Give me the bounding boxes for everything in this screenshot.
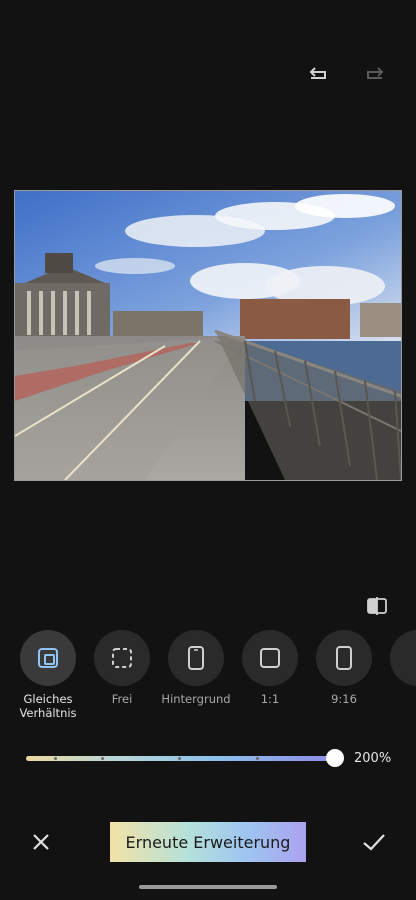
close-icon (33, 834, 49, 850)
undo-button[interactable] (305, 62, 333, 90)
ratio-option-next-partial[interactable] (390, 630, 416, 686)
phone-background-icon (188, 646, 204, 670)
photo-preview[interactable] (14, 190, 402, 481)
undo-icon (309, 67, 326, 79)
phone-background-icon-circle (168, 630, 224, 686)
square-icon (260, 648, 280, 668)
expansion-slider-track[interactable] (26, 756, 336, 761)
photo-image (15, 191, 401, 480)
home-indicator[interactable] (139, 885, 277, 889)
re-expand-button[interactable]: Erneute Erweiterung (110, 822, 306, 862)
re-expand-label: Erneute Erweiterung (125, 832, 291, 852)
ratio-label-9-16: 9:16 (331, 692, 357, 706)
ratio-option-9-16[interactable] (316, 630, 372, 686)
compare-button[interactable] (363, 592, 391, 620)
ratio-option-same[interactable] (20, 630, 76, 686)
slider-tick (101, 757, 104, 760)
square-icon-circle (242, 630, 298, 686)
portrait-icon-circle (316, 630, 372, 686)
free-crop-icon (112, 648, 132, 668)
confirm-button[interactable] (360, 829, 388, 855)
redo-icon (367, 67, 384, 79)
compare-icon (367, 597, 387, 615)
ratio-option-1-1[interactable] (242, 630, 298, 686)
same-ratio-icon-circle (20, 630, 76, 686)
expansion-slider-thumb[interactable] (326, 749, 344, 767)
free-crop-icon-circle (94, 630, 150, 686)
check-icon (363, 834, 385, 851)
portrait-icon (336, 646, 352, 670)
slider-tick (54, 757, 57, 760)
redo-button[interactable] (360, 62, 388, 90)
slider-value-label: 200% (354, 751, 392, 766)
cancel-button[interactable] (28, 829, 54, 855)
slider-tick (256, 757, 259, 760)
same-ratio-icon (38, 648, 58, 668)
ratio-option-free[interactable] (94, 630, 150, 686)
next-option-circle (390, 630, 416, 686)
slider-tick (178, 757, 181, 760)
ratio-option-background[interactable] (168, 630, 224, 686)
